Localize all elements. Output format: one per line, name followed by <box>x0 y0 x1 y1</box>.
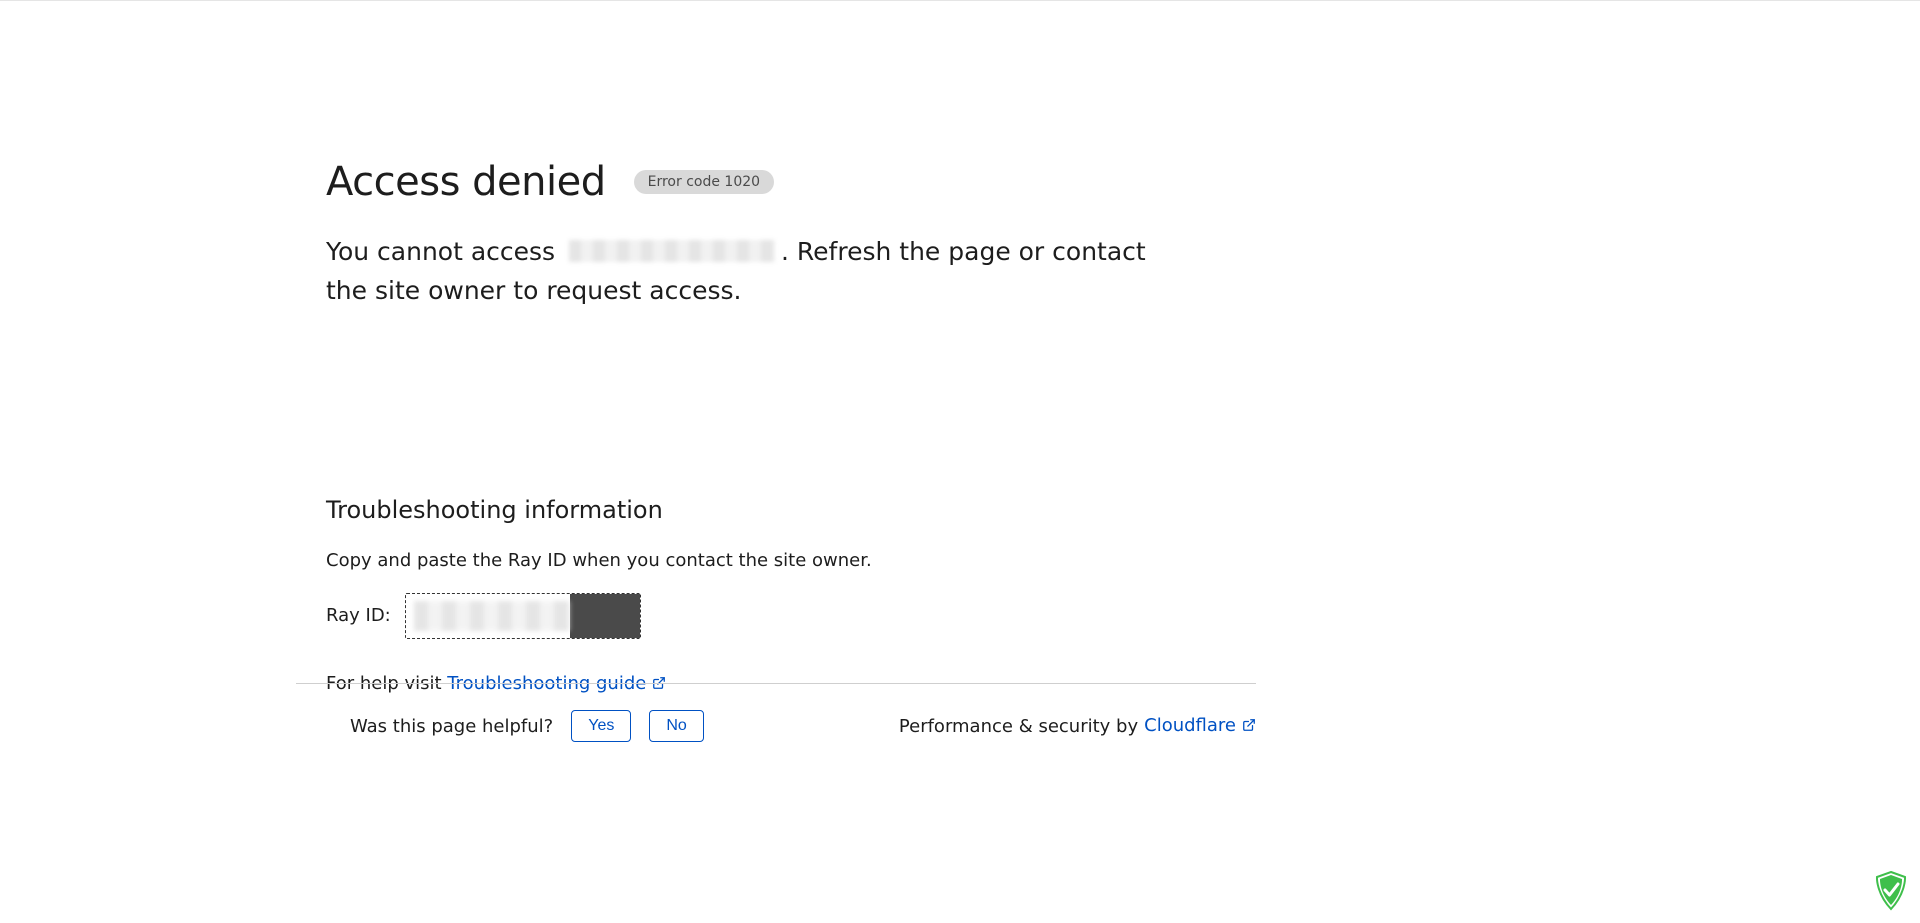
security-credit: Performance & security by Cloudflare <box>899 715 1256 737</box>
shield-icon <box>1874 871 1908 911</box>
ray-id-redacted <box>414 601 570 631</box>
desc-before: You cannot access <box>326 237 555 266</box>
page-title: Access denied <box>326 159 606 205</box>
cloudflare-link[interactable]: Cloudflare <box>1144 715 1256 737</box>
troubleshoot-copy-text: Copy and paste the Ray ID when you conta… <box>326 550 1286 571</box>
feedback-yes-button[interactable]: Yes <box>571 710 631 742</box>
external-link-icon <box>1242 716 1256 737</box>
security-prefix: Performance & security by <box>899 716 1138 737</box>
feedback-row: Was this page helpful? Yes No <box>350 710 704 742</box>
ray-id-box[interactable] <box>405 593 641 639</box>
error-code-badge: Error code 1020 <box>634 170 774 194</box>
troubleshoot-heading: Troubleshooting information <box>326 496 1286 524</box>
feedback-no-button[interactable]: No <box>649 710 703 742</box>
ray-id-copy-button[interactable] <box>570 594 640 638</box>
cloudflare-link-text: Cloudflare <box>1144 715 1236 736</box>
ray-id-label: Ray ID: <box>326 605 391 626</box>
redacted-domain <box>569 240 775 262</box>
feedback-question: Was this page helpful? <box>350 716 553 737</box>
footer: Was this page helpful? Yes No Performanc… <box>296 683 1256 742</box>
error-description: You cannot access . Refresh the page or … <box>326 233 1186 311</box>
